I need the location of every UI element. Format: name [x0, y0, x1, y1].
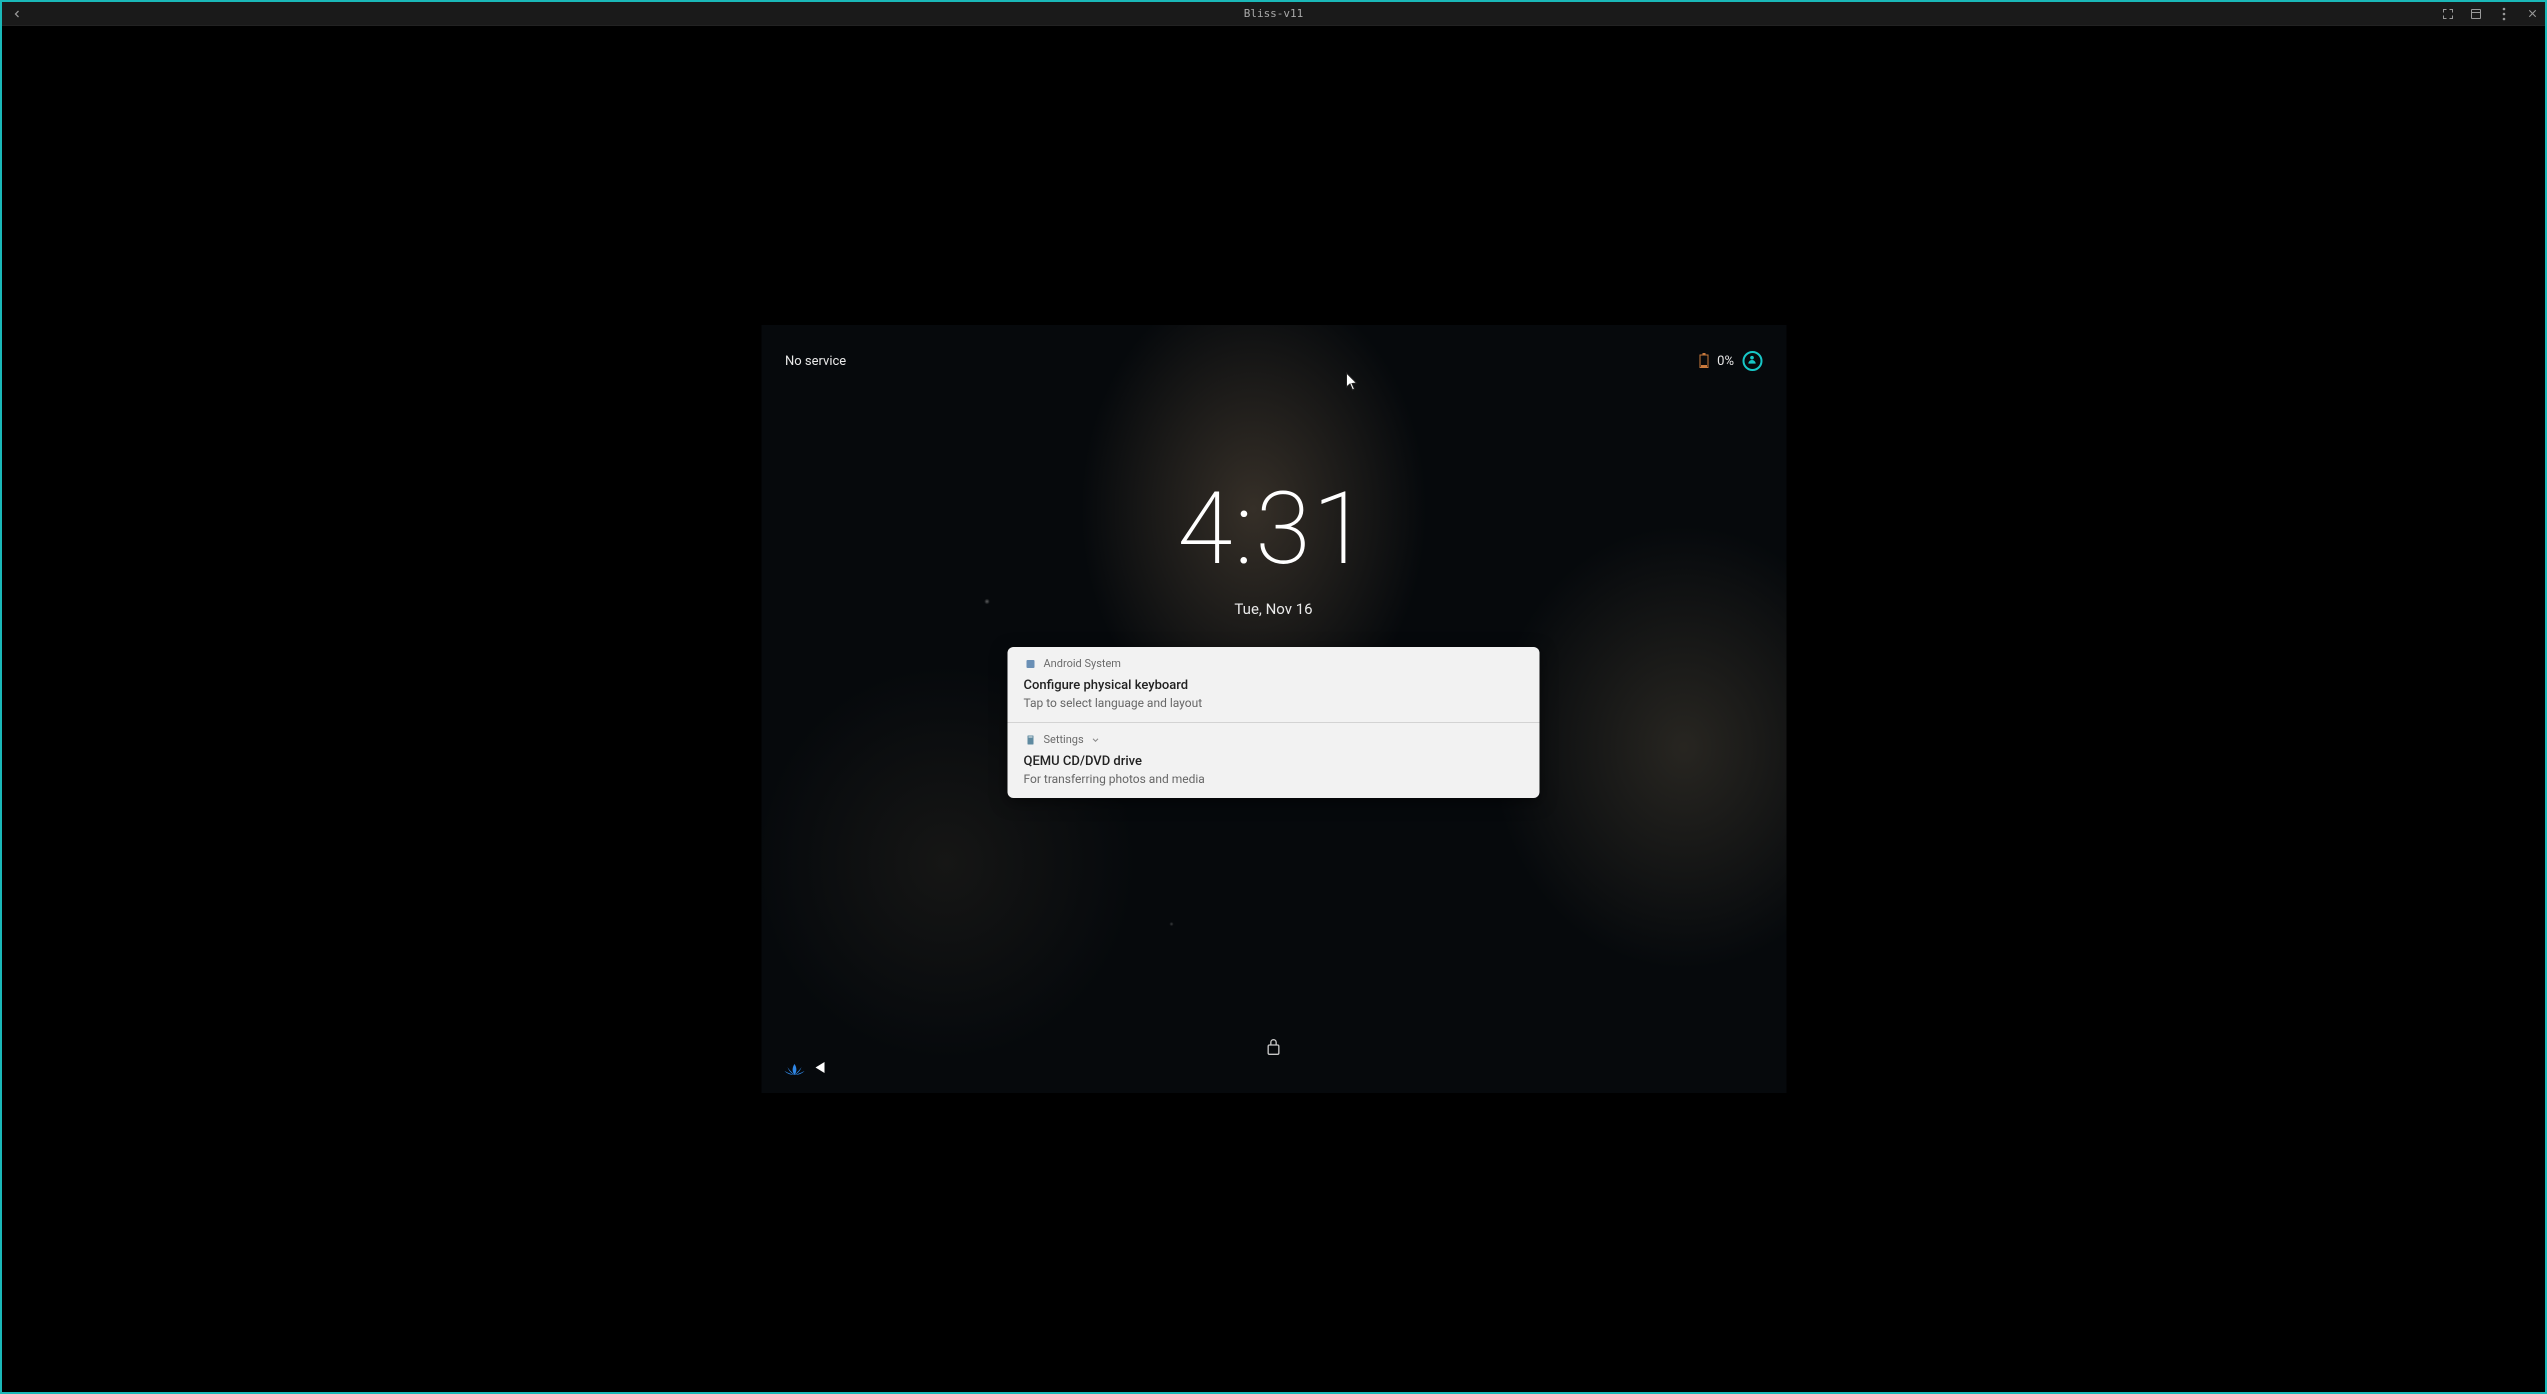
battery-percentage: 0%	[1717, 354, 1734, 369]
back-icon[interactable]	[10, 7, 24, 21]
chevron-down-icon[interactable]	[1091, 735, 1101, 745]
titlebar-left	[10, 7, 24, 21]
clock-time: 4:31	[1177, 480, 1369, 580]
android-lockscreen[interactable]: No service 0%	[761, 325, 1786, 1093]
notification-panel: Android System Configure physical keyboa…	[1008, 647, 1540, 798]
window-titlebar: Bliss-v11	[2, 2, 2545, 26]
triangle-left-icon	[815, 1058, 825, 1077]
clock-block: 4:31 Tue, Nov 16	[761, 480, 1786, 618]
fullscreen-icon[interactable]	[2441, 7, 2455, 21]
window-title: Bliss-v11	[1244, 7, 1304, 20]
notification-title: QEMU CD/DVD drive	[1024, 754, 1524, 769]
notification-header: Android System	[1024, 657, 1524, 670]
android-icon	[1024, 657, 1037, 670]
menu-dots-icon[interactable]	[2497, 7, 2511, 21]
notification-title: Configure physical keyboard	[1024, 678, 1524, 693]
bottom-left-icons	[783, 1058, 825, 1077]
notification-app-name: Settings	[1044, 733, 1084, 746]
viewport: No service 0%	[4, 28, 2543, 1390]
lotus-icon	[783, 1061, 803, 1075]
lock-icon[interactable]	[1266, 1037, 1282, 1061]
notification-body: Tap to select language and layout	[1024, 696, 1524, 710]
mouse-cursor	[1345, 372, 1359, 396]
notification-body: For transferring photos and media	[1024, 772, 1524, 786]
notification-header: Settings	[1024, 733, 1524, 746]
clock-date: Tue, Nov 16	[1234, 600, 1312, 618]
notification-item[interactable]: Android System Configure physical keyboa…	[1008, 647, 1540, 722]
status-right: 0%	[1699, 351, 1762, 371]
status-bar: No service 0%	[785, 349, 1762, 373]
settings-icon	[1024, 733, 1037, 746]
close-icon[interactable]	[2525, 7, 2539, 21]
notification-item[interactable]: Settings QEMU CD/DVD drive For transferr…	[1008, 722, 1540, 798]
view-icon[interactable]	[2469, 7, 2483, 21]
battery-icon	[1699, 353, 1709, 369]
service-status: No service	[785, 354, 846, 369]
notification-app-name: Android System	[1044, 657, 1121, 670]
person-icon	[1747, 354, 1758, 369]
titlebar-right-controls	[2441, 7, 2539, 21]
user-avatar[interactable]	[1742, 351, 1762, 371]
app-window: Bliss-v11	[0, 0, 2547, 1394]
